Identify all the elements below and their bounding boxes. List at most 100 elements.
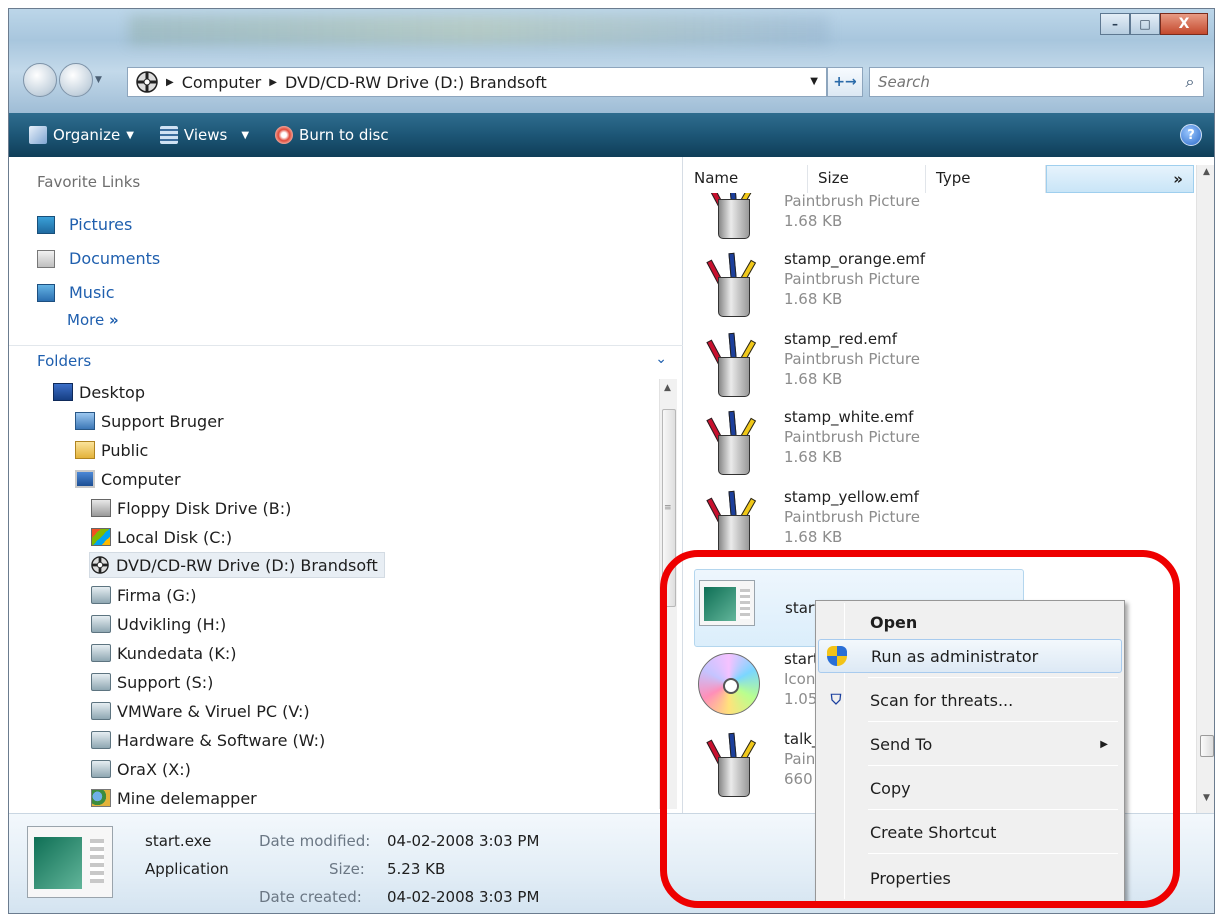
application-icon (27, 826, 113, 898)
details-size-value: 5.23 KB (387, 860, 446, 878)
list-item[interactable]: stamp_yellow.emf Paintbrush Picture 1.68… (694, 487, 1024, 565)
scrollbar-grip-icon: ≡ (664, 503, 672, 513)
column-header-size[interactable]: Size (808, 165, 926, 193)
refresh-button[interactable]: +→ (827, 67, 863, 97)
command-bar: Organize ▼ Views ▼ Burn to disc ? (9, 113, 1214, 157)
tree-item-dvd-drive[interactable]: DVD/CD-RW Drive (D:) Brandsoft (89, 552, 385, 578)
tree-item-computer[interactable]: Computer (75, 466, 181, 492)
music-icon (37, 283, 55, 302)
organize-button[interactable]: Organize ▼ (23, 122, 140, 148)
computer-icon (75, 470, 95, 488)
tree-item-vmware[interactable]: VMWare & Viruel PC (V:) (91, 698, 310, 724)
tree-item-udvikling[interactable]: Udvikling (H:) (91, 611, 226, 637)
tree-item-mine-delemapper[interactable]: Mine delemapper (91, 785, 257, 811)
search-input[interactable] (870, 73, 1177, 91)
folders-title: Folders (37, 351, 92, 370)
menu-item-create-shortcut[interactable]: Create Shortcut (818, 815, 1122, 849)
folder-icon (75, 441, 95, 459)
tree-item-public[interactable]: Public (75, 437, 148, 463)
menu-item-copy[interactable]: Copy (818, 771, 1122, 805)
file-list-scrollbar[interactable]: ▲ ▼ (1196, 165, 1214, 813)
application-icon (699, 580, 755, 626)
maximize-button[interactable]: □ (1130, 13, 1160, 35)
paintbrush-picture-icon (700, 332, 770, 399)
list-item[interactable]: stamp_red.emf Paintbrush Picture 1.68 KB (694, 329, 1024, 407)
tree-item-local-disk[interactable]: Local Disk (C:) (91, 524, 232, 550)
menu-item-open[interactable]: Open (818, 605, 1122, 639)
tree-item-orax[interactable]: OraX (X:) (91, 756, 191, 782)
antivirus-shield-icon: ⛉ (830, 692, 842, 708)
views-button[interactable]: Views ▼ (154, 122, 255, 148)
network-drive-icon (91, 673, 111, 691)
folders-header[interactable]: Folders ⌄ (9, 345, 683, 375)
list-item[interactable]: Paintbrush Picture 1.68 KB (694, 193, 1024, 249)
breadcrumb-computer[interactable]: Computer (182, 73, 262, 92)
menu-separator (868, 809, 1118, 810)
scroll-up-icon[interactable]: ▲ (664, 383, 671, 393)
breadcrumb-dvd-drive[interactable]: DVD/CD-RW Drive (D:) Brandsoft (285, 73, 547, 92)
menu-item-run-as-administrator[interactable]: Run as administrator (818, 639, 1122, 673)
list-item[interactable]: stamp_white.emf Paintbrush Picture 1.68 … (694, 407, 1024, 485)
tree-item-label: Computer (101, 469, 181, 489)
recent-pages-dropdown[interactable]: ▼ (95, 75, 107, 85)
views-label: Views (183, 126, 228, 144)
menu-separator (868, 677, 1118, 678)
address-bar[interactable]: ▶ Computer ▶ DVD/CD-RW Drive (D:) Brands… (127, 67, 827, 97)
menu-item-send-to[interactable]: Send To ▶ (818, 727, 1122, 761)
network-drive-icon (91, 760, 111, 778)
tree-item-kundedata[interactable]: Kundedata (K:) (91, 640, 236, 666)
uac-shield-icon (827, 646, 847, 666)
tree-item-firma[interactable]: Firma (G:) (91, 582, 197, 608)
burn-disc-icon (275, 126, 294, 144)
address-dropdown-icon[interactable]: ▼ (810, 76, 818, 87)
list-item[interactable]: stamp_orange.emf Paintbrush Picture 1.68… (694, 249, 1024, 327)
tree-item-label: Desktop (79, 382, 145, 402)
pictures-icon (37, 215, 55, 234)
title-bar: – □ X ▼ ▶ Computer ▶ DVD/CD-RW Drive (D:… (9, 9, 1214, 113)
paintbrush-picture-icon (700, 193, 770, 241)
search-box[interactable]: ⌕ (869, 67, 1204, 97)
network-drive-icon (91, 586, 111, 604)
breadcrumb-separator[interactable]: ▶ (164, 77, 182, 88)
tree-item-desktop[interactable]: Desktop (53, 379, 145, 405)
chevron-down-icon[interactable]: ⌄ (655, 351, 667, 367)
documents-icon (37, 249, 55, 268)
tree-item-label: DVD/CD-RW Drive (D:) Brandsoft (116, 555, 378, 575)
search-icon[interactable]: ⌕ (1177, 72, 1203, 92)
close-button[interactable]: X (1160, 13, 1208, 35)
back-button[interactable] (23, 63, 57, 97)
menu-item-properties[interactable]: Properties (818, 861, 1122, 895)
file-type: Paintbrush Picture (784, 428, 920, 446)
tree-item-support-bruger[interactable]: Support Bruger (75, 408, 224, 434)
scroll-down-icon[interactable]: ▼ (1203, 793, 1210, 803)
help-icon[interactable]: ? (1180, 124, 1202, 146)
minimize-button[interactable]: – (1100, 13, 1130, 35)
column-header-type[interactable]: Type (926, 165, 1046, 193)
organize-icon (29, 126, 47, 144)
tree-item-floppy[interactable]: Floppy Disk Drive (B:) (91, 495, 291, 521)
tree-item-label: Support (S:) (117, 672, 214, 692)
file-size: 1.68 KB (784, 448, 843, 466)
favorite-music[interactable]: Music (37, 283, 115, 302)
more-links-button[interactable]: More » (67, 311, 119, 329)
menu-item-label: Create Shortcut (870, 822, 997, 842)
forward-button[interactable] (59, 63, 93, 97)
scroll-up-icon[interactable]: ▲ (1203, 167, 1210, 177)
burn-to-disc-button[interactable]: Burn to disc (269, 122, 395, 148)
menu-item-scan-for-threats[interactable]: ⛉ Scan for threats... (818, 683, 1122, 717)
folder-tree-scrollbar[interactable]: ▲ ≡ (659, 379, 677, 809)
column-header-name[interactable]: Name (684, 165, 808, 193)
network-drive-icon (91, 702, 111, 720)
scrollbar-thumb[interactable] (1200, 735, 1214, 757)
more-columns-button[interactable]: » (1046, 165, 1194, 193)
favorite-links-heading: Favorite Links (37, 173, 141, 191)
file-type: Paintbrush Picture (784, 350, 920, 368)
tree-item-hardware-software[interactable]: Hardware & Software (W:) (91, 727, 325, 753)
tree-item-support[interactable]: Support (S:) (91, 669, 213, 695)
breadcrumb-separator[interactable]: ▶ (261, 77, 285, 88)
favorite-documents[interactable]: Documents (37, 249, 160, 268)
details-created-value: 04-02-2008 3:03 PM (387, 888, 540, 906)
file-name: stamp_red.emf (784, 330, 897, 348)
favorite-pictures[interactable]: Pictures (37, 215, 132, 234)
file-size: 1.68 KB (784, 370, 843, 388)
